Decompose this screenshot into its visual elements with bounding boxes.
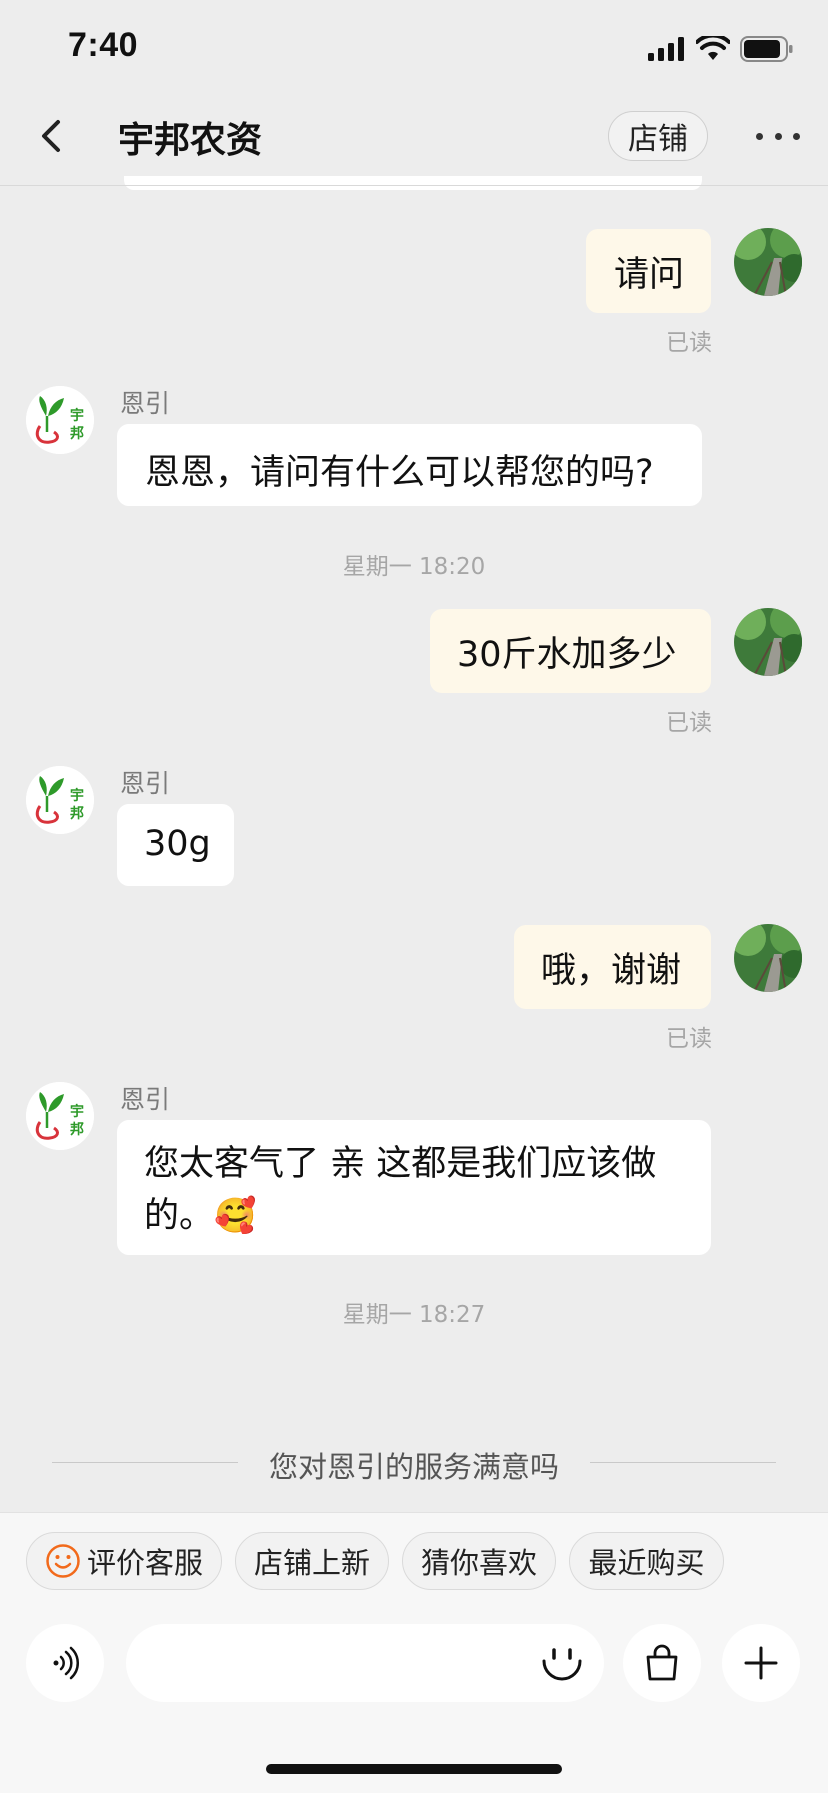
read-status: 已读 <box>666 330 712 356</box>
user-avatar[interactable] <box>734 228 802 296</box>
message-bubble-right[interactable]: 请问 <box>586 229 711 313</box>
shop-avatar[interactable]: 宇 邦 <box>26 1082 94 1150</box>
message-bubble-left[interactable]: 恩恩，请问有什么可以帮您的吗? <box>117 424 702 506</box>
voice-icon <box>53 1646 80 1680</box>
sender-name: 恩引 <box>120 769 171 798</box>
nav-divider <box>0 185 828 186</box>
logo-line2: 邦 <box>70 1121 84 1138</box>
sender-name: 恩引 <box>120 389 171 418</box>
read-status: 已读 <box>666 710 712 736</box>
message-text-line1: 您太客气了 亲 这都是我们应该做 <box>144 1144 657 1184</box>
message-text: 30斤水加多少 <box>457 634 677 675</box>
message-bubble-left[interactable]: 30g <box>117 804 234 886</box>
read-status: 已读 <box>666 1026 712 1052</box>
guess-you-like-chip[interactable]: 猜你喜欢 <box>402 1532 556 1590</box>
previous-message-bubble <box>124 176 702 190</box>
user-avatar[interactable] <box>734 608 802 676</box>
logo-line1: 宇 <box>70 407 84 424</box>
chat-title: 宇邦农资 <box>118 120 263 161</box>
rate-service-chip[interactable]: 评价客服 <box>26 1532 222 1590</box>
battery-icon <box>740 36 793 62</box>
recent-purchases-chip[interactable]: 最近购买 <box>569 1532 724 1590</box>
shop-button[interactable]: 店铺 <box>608 111 708 161</box>
wifi-icon <box>696 36 730 60</box>
shopping-bag-button[interactable] <box>623 1624 701 1702</box>
voice-input-button[interactable] <box>26 1624 104 1702</box>
message-text: 请问 <box>614 254 685 295</box>
sender-name: 恩引 <box>120 1085 171 1114</box>
message-text: 30g <box>144 824 211 864</box>
status-time: 7:40 <box>68 26 139 64</box>
back-arrow-icon[interactable] <box>36 118 66 154</box>
message-bubble-right[interactable]: 30斤水加多少 <box>430 609 711 693</box>
message-text: 恩恩，请问有什么可以帮您的吗? <box>145 453 654 493</box>
chip-label: 评价客服 <box>86 1546 203 1580</box>
shop-avatar[interactable]: 宇 邦 <box>26 386 94 454</box>
new-arrivals-chip[interactable]: 店铺上新 <box>235 1532 389 1590</box>
signal-icon <box>648 37 684 61</box>
user-avatar[interactable] <box>734 924 802 992</box>
shop-avatar[interactable]: 宇 邦 <box>26 766 94 834</box>
smile-icon <box>46 1544 80 1578</box>
chip-label: 猜你喜欢 <box>420 1546 537 1580</box>
logo-line1: 宇 <box>70 787 84 804</box>
more-actions-button[interactable] <box>722 1624 800 1702</box>
timestamp: 星期一 18:20 <box>342 554 486 580</box>
message-text: 的。 <box>144 1196 215 1236</box>
shopping-bag-icon <box>646 1644 678 1681</box>
chip-label: 店铺上新 <box>253 1546 370 1580</box>
timestamp: 星期一 18:27 <box>342 1302 486 1328</box>
logo-line2: 邦 <box>70 805 84 822</box>
logo-line2: 邦 <box>70 425 84 442</box>
blushing-emoji-icon: 🥰 <box>214 1196 257 1236</box>
message-bubble-left[interactable]: 您太客气了 亲 这都是我们应该做 的。🥰 <box>117 1120 711 1255</box>
plus-icon <box>744 1646 778 1680</box>
message-bubble-right[interactable]: 哦，谢谢 <box>514 925 711 1009</box>
status-icons <box>648 36 794 62</box>
satisfaction-prompt[interactable]: 您对恩引的服务满意吗 <box>0 1444 828 1486</box>
message-input[interactable] <box>126 1624 604 1702</box>
message-text-line2: 的。🥰 <box>144 1190 711 1242</box>
message-text: 哦，谢谢 <box>541 950 682 991</box>
emoji-icon[interactable] <box>540 1641 584 1685</box>
home-indicator <box>266 1764 562 1774</box>
chip-label: 最近购买 <box>588 1546 705 1580</box>
more-options-icon[interactable] <box>756 126 800 146</box>
logo-line1: 宇 <box>70 1103 84 1120</box>
